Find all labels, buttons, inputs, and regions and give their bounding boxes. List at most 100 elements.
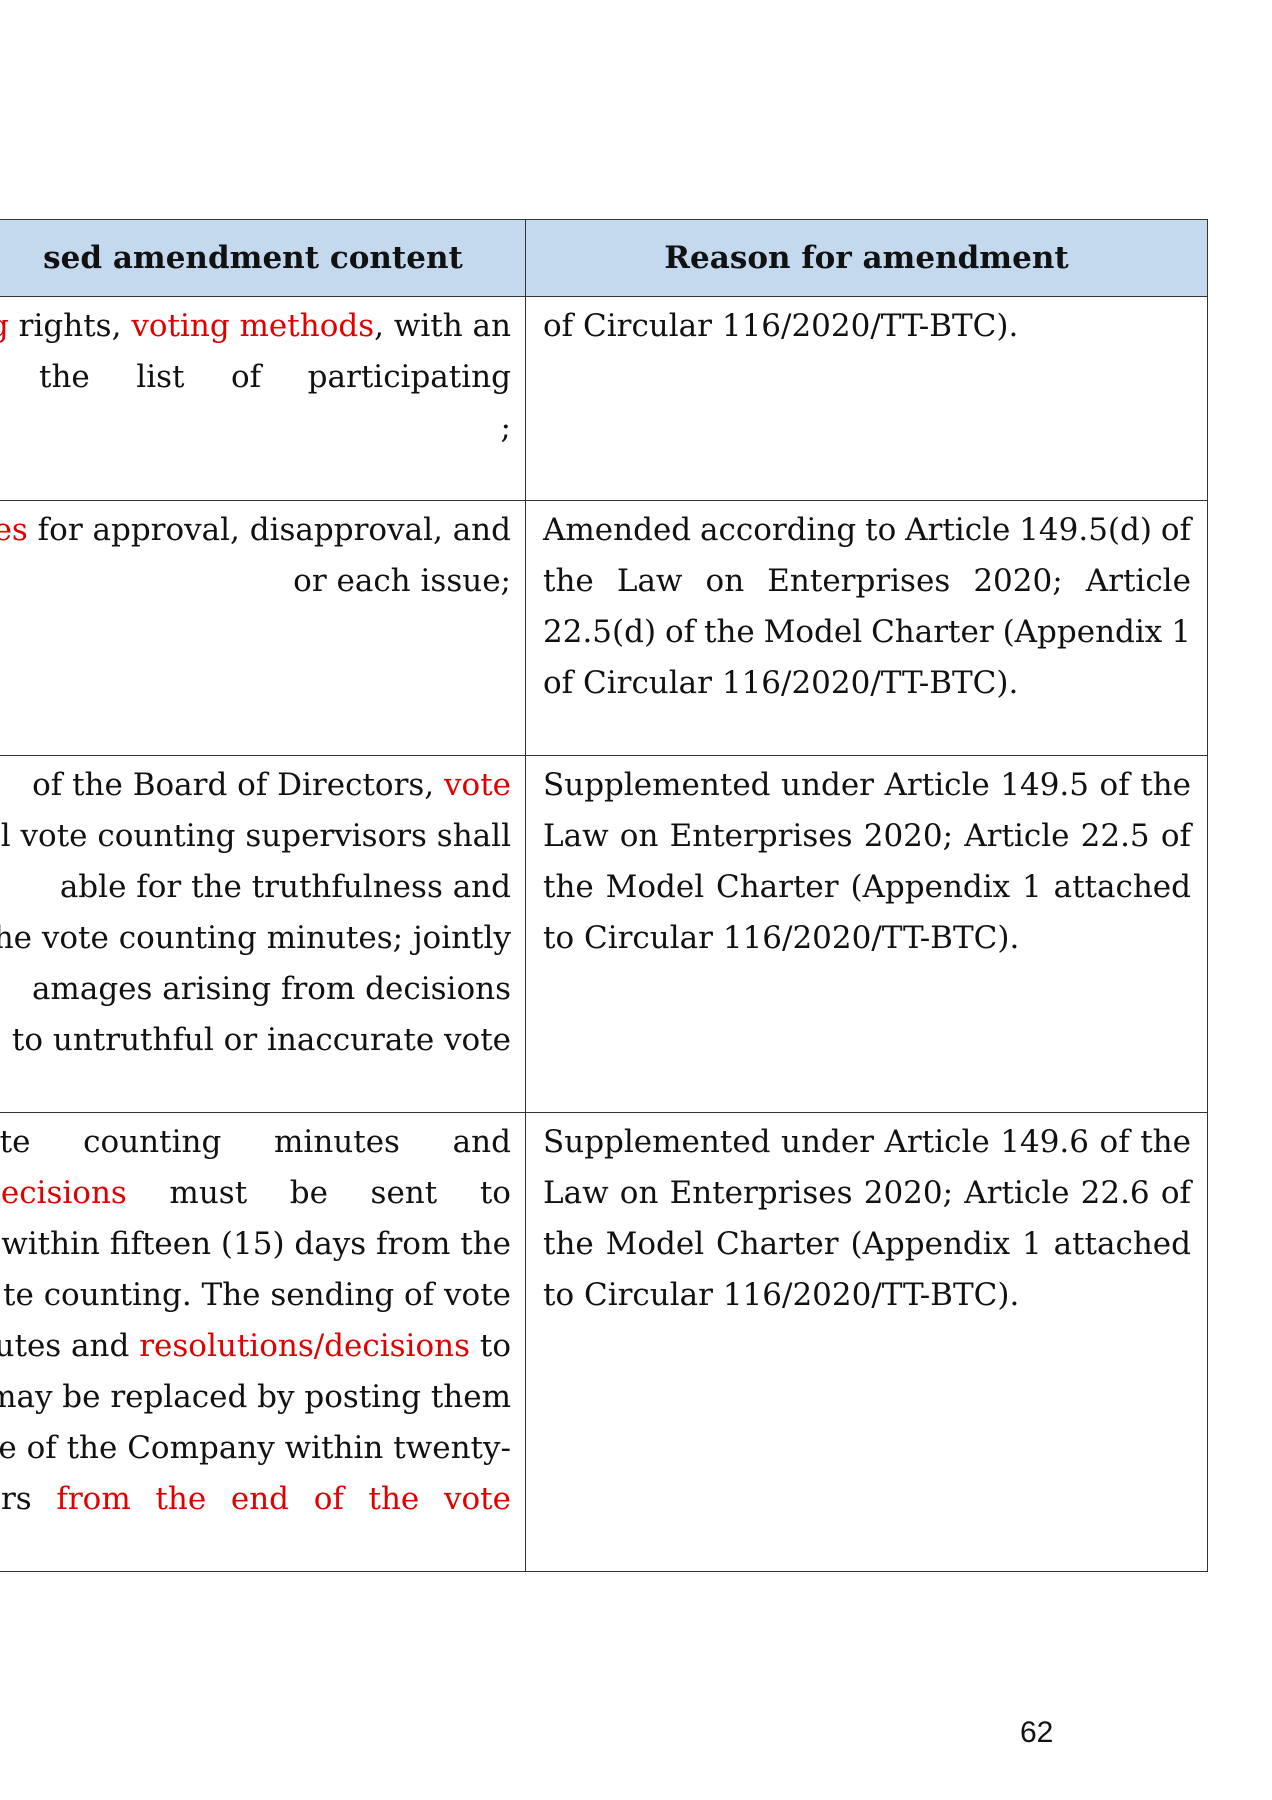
reason-word: of (664, 614, 696, 650)
reason-word: Model (605, 869, 705, 905)
amended-text: voting methods (131, 308, 375, 344)
reason-cell: Supplemented under Article 149.5 of the Law on E… (525, 755, 1208, 1113)
content-word: and (452, 1124, 511, 1160)
reason-word: Article (905, 512, 1011, 548)
reason-word: Charter (871, 614, 994, 650)
content-word: urs (0, 1481, 32, 1517)
reason-word: (Appendix (850, 1226, 1011, 1262)
content-line: utes and resolutions/decisions to (0, 1321, 511, 1372)
content-word: counting (83, 1124, 222, 1160)
reason-word: on (619, 818, 659, 854)
content-line: he vote counting minutes; jointly (0, 913, 511, 964)
table-row: of the Board of Directors, vote l vote co… (0, 755, 1208, 1113)
reason-word: 149.5(d) (1019, 512, 1152, 548)
reason-word: Article (884, 1124, 990, 1160)
amended-text: es (0, 512, 28, 548)
content-text: to (470, 1328, 511, 1364)
reason-word: Model (605, 1226, 705, 1262)
content-text: to untruthful or inaccurate vote (11, 1022, 511, 1058)
content-word: the (39, 359, 90, 395)
reason-word: the (703, 614, 755, 650)
content-text: utes and (0, 1328, 140, 1364)
content-line: may be replaced by posting them (0, 1372, 511, 1423)
content-line: g rights, voting methods, with an (0, 301, 511, 352)
reason-word: to (865, 512, 897, 548)
reason-word: the (1140, 767, 1191, 803)
amended-text: vote (444, 767, 511, 803)
content-word: the (368, 1481, 420, 1517)
content-text: , with an (374, 308, 511, 344)
content-line: es for approval, disapproval, and (0, 505, 511, 556)
reason-word: Enterprises (767, 563, 951, 599)
reason-word: under (781, 1124, 874, 1160)
reason-word: of (1160, 512, 1191, 548)
content-line: or each issue; (0, 556, 511, 607)
content-word: sent (370, 1175, 438, 1211)
content-text: may be replaced by posting them (0, 1379, 511, 1415)
page-number: 62 (1020, 1716, 1054, 1749)
reason-line: Supplemented under Article 149.5 of the (543, 760, 1191, 811)
reason-word: Law (543, 1175, 609, 1211)
reason-cell: of Circular 116/2020/TT-BTC). (525, 296, 1208, 501)
content-line: within fifteen (15) days from the (0, 1219, 511, 1270)
content-text: ; (500, 410, 511, 446)
reason-word: Supplemented (543, 1124, 771, 1160)
reason-word: Enterprises (669, 1175, 853, 1211)
reason-word: 2020; (863, 1175, 954, 1211)
content-line: l vote counting supervisors shall (0, 811, 511, 862)
reason-word: Model (763, 614, 863, 650)
content-word: minutes (274, 1124, 400, 1160)
reason-word: under (781, 767, 874, 803)
reason-word: Charter (715, 1226, 839, 1262)
content-word: decisions (0, 1175, 127, 1211)
reason-line: of Circular 116/2020/TT-BTC). (543, 308, 1019, 344)
content-text: or each issue; (293, 563, 511, 599)
reason-word: Article (964, 818, 1070, 854)
reason-word: of (1160, 818, 1191, 854)
content-line: able for the truthfulness and (0, 862, 511, 913)
content-line: amages arising from decisions (0, 964, 511, 1015)
content-word: list (136, 359, 185, 395)
reason-word: Enterprises (669, 818, 853, 854)
header-proposed-content: sed amendment content (0, 219, 526, 297)
reason-line: the Model Charter (Appendix 1 attached (543, 1219, 1191, 1270)
content-text: rights, (8, 308, 132, 344)
reason-word: the (1140, 1124, 1191, 1160)
content-text: able for the truthfulness and (59, 869, 511, 905)
reason-word: 22.5(d) (543, 614, 657, 650)
content-word: end (230, 1481, 290, 1517)
reason-word: attached (1053, 869, 1191, 905)
reason-cell: Supplemented under Article 149.6 of the Law on E… (525, 1112, 1208, 1572)
content-word: to (479, 1175, 511, 1211)
reason-word: Law (543, 818, 609, 854)
content-line: decisions must be sent to (0, 1168, 511, 1219)
table-row: ote counting minutes and decisions must be sent… (0, 1112, 1208, 1572)
content-line: ; (0, 403, 511, 454)
table-row: es for approval, disapproval, and or each… (0, 500, 1208, 756)
reason-word: on (619, 1175, 659, 1211)
table-row: g rights, voting methods, with anfthelis… (0, 296, 1208, 501)
reason-line: the Law on Enterprises 2020; Article (543, 556, 1191, 607)
reason-word: Article (884, 767, 990, 803)
reason-word: 1 (1022, 1226, 1042, 1262)
reason-word: on (705, 563, 745, 599)
reason-word: Charter (715, 869, 839, 905)
content-text: of the Board of Directors, (32, 767, 445, 803)
content-word: of (231, 359, 262, 395)
content-line: ote counting minutes and (0, 1117, 511, 1168)
content-word: be (289, 1175, 328, 1211)
reason-line: 22.5(d) of the Model Charter (Appendix 1 (543, 607, 1191, 658)
reason-word: Supplemented (543, 767, 771, 803)
reason-word: the (543, 563, 594, 599)
content-text: within fifteen (15) days from the (1, 1226, 511, 1262)
proposed-content-cell: of the Board of Directors, vote l vote co… (0, 755, 526, 1113)
proposed-content-cell: es for approval, disapproval, and or each… (0, 500, 526, 756)
reason-word: 22.5 (1080, 818, 1150, 854)
reason-word: 22.6 (1080, 1175, 1150, 1211)
amended-text: g (0, 308, 9, 344)
content-word: participating (307, 359, 511, 395)
amendment-table: sed amendment content Reason for amendme… (0, 219, 1208, 1572)
content-line: fthelistofparticipating (0, 352, 511, 403)
reason-line: Law on Enterprises 2020; Article 22.6 of (543, 1168, 1191, 1219)
reason-word: 1 (1022, 869, 1042, 905)
